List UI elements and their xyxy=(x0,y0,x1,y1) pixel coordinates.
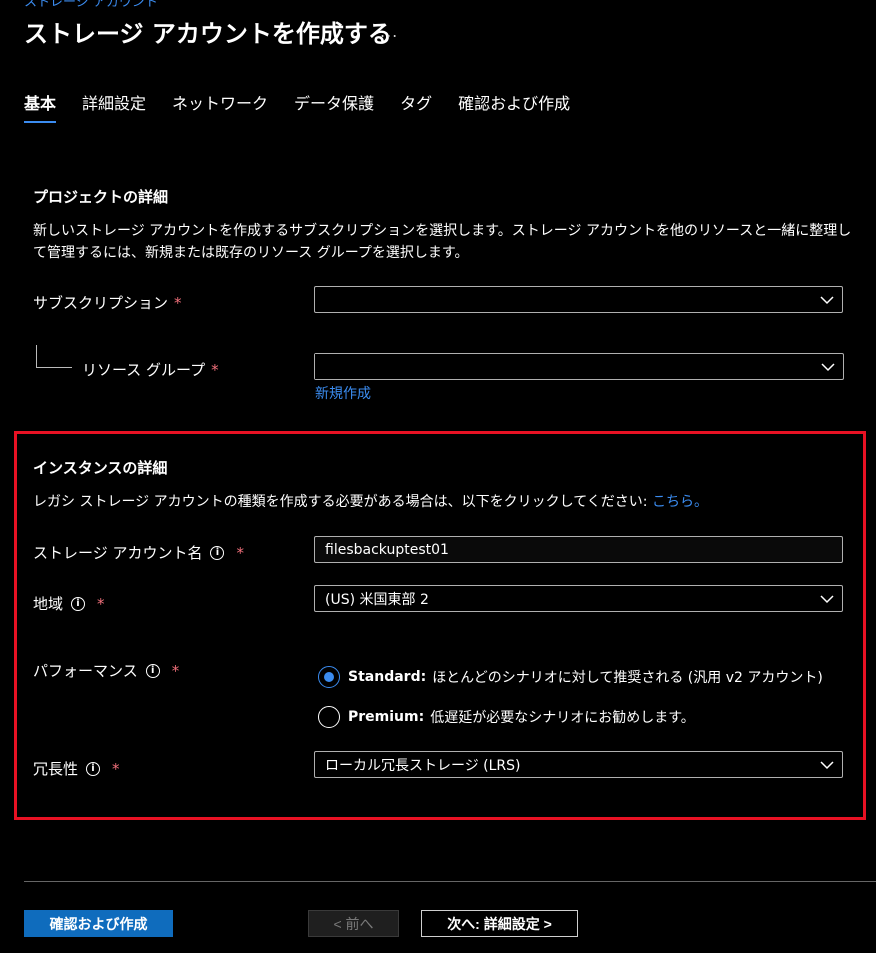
required-mark: * xyxy=(236,543,244,562)
legacy-account-link[interactable]: こちら。 xyxy=(652,494,708,510)
tab-advanced[interactable]: 詳細設定 xyxy=(82,92,146,124)
tree-connector xyxy=(36,345,72,368)
previous-button[interactable]: < 前へ xyxy=(308,910,399,937)
standard-name: Standard: xyxy=(348,669,427,685)
more-options-button[interactable]: ... xyxy=(380,22,398,41)
instance-details-description: レガシ ストレージ アカウントの種類を作成する必要がある場合は、以下をクリックし… xyxy=(33,491,708,513)
page-title: ストレージ アカウントを作成する xyxy=(24,20,392,48)
performance-premium-option[interactable]: Premium: 低遅延が必要なシナリオにお勧めします。 xyxy=(318,706,695,728)
tab-networking[interactable]: ネットワーク xyxy=(172,92,268,124)
tab-basics[interactable]: 基本 xyxy=(24,92,57,124)
project-details-description: 新しいストレージ アカウントを作成するサブスクリプションを選択します。ストレージ… xyxy=(33,223,852,261)
tab-tags[interactable]: タグ xyxy=(400,92,432,124)
subscription-dropdown[interactable] xyxy=(314,286,843,313)
project-details-heading: プロジェクトの詳細 xyxy=(33,188,169,206)
storage-account-name-value: filesbackuptest01 xyxy=(325,541,449,558)
redundancy-label-text: 冗長性 xyxy=(33,760,79,778)
required-mark: * xyxy=(97,594,105,613)
redundancy-dropdown[interactable]: ローカル冗長ストレージ (LRS) xyxy=(314,751,843,778)
storage-account-name-label: ストレージ アカウント名 i * xyxy=(33,542,244,563)
chevron-down-icon xyxy=(821,363,835,372)
redundancy-value: ローカル冗長ストレージ (LRS) xyxy=(325,757,521,774)
region-dropdown[interactable]: (US) 米国東部 2 xyxy=(314,585,843,612)
required-mark: * xyxy=(112,759,120,778)
instance-description-text: レガシ ストレージ アカウントの種類を作成する必要がある場合は、以下をクリックし… xyxy=(33,494,648,510)
next-advanced-button[interactable]: 次へ: 詳細設定 > xyxy=(421,910,578,937)
chevron-down-icon xyxy=(820,761,834,770)
required-mark: * xyxy=(211,360,219,379)
create-new-resource-group-link[interactable]: 新規作成 xyxy=(315,383,371,403)
footer-divider xyxy=(24,881,876,882)
resource-group-label: リソース グループ * xyxy=(82,359,219,380)
tab-bar: 基本 詳細設定 ネットワーク データ保護 タグ 確認および作成 xyxy=(24,92,596,128)
info-icon[interactable]: i xyxy=(86,761,101,776)
instance-details-heading: インスタンスの詳細 xyxy=(33,459,168,477)
region-label: 地域 i * xyxy=(33,593,105,614)
required-mark: * xyxy=(174,293,182,312)
storage-account-name-label-text: ストレージ アカウント名 xyxy=(33,544,203,562)
chevron-down-icon xyxy=(820,296,834,305)
premium-name: Premium: xyxy=(348,709,425,725)
region-label-text: 地域 xyxy=(33,595,64,613)
standard-desc: ほとんどのシナリオに対して推奨される (汎用 v2 アカウント) xyxy=(432,670,823,686)
performance-standard-option[interactable]: Standard: ほとんどのシナリオに対して推奨される (汎用 v2 アカウン… xyxy=(318,666,823,688)
tab-review-create[interactable]: 確認および作成 xyxy=(458,92,570,124)
tab-data-protection[interactable]: データ保護 xyxy=(294,92,374,124)
subscription-label: サブスクリプション * xyxy=(33,292,182,313)
premium-desc: 低遅延が必要なシナリオにお勧めします。 xyxy=(430,710,695,726)
review-create-button[interactable]: 確認および作成 xyxy=(24,910,173,937)
info-icon[interactable]: i xyxy=(210,545,225,560)
info-icon[interactable]: i xyxy=(145,663,160,678)
performance-label: パフォーマンス i * xyxy=(33,660,179,681)
radio-checked-icon[interactable] xyxy=(318,666,340,688)
redacted-area xyxy=(315,354,807,379)
subscription-label-text: サブスクリプション xyxy=(33,294,169,312)
chevron-down-icon xyxy=(820,595,834,604)
resource-group-dropdown[interactable] xyxy=(314,353,844,380)
info-icon[interactable]: i xyxy=(71,596,86,611)
redundancy-label: 冗長性 i * xyxy=(33,758,120,779)
performance-label-text: パフォーマンス xyxy=(33,662,138,680)
storage-account-name-input[interactable]: filesbackuptest01 xyxy=(314,536,843,563)
region-value: (US) 米国東部 2 xyxy=(325,591,429,608)
resource-group-label-text: リソース グループ xyxy=(82,361,206,379)
breadcrumb[interactable]: ストレージ アカウント xyxy=(24,0,158,10)
required-mark: * xyxy=(171,661,180,680)
radio-unchecked-icon[interactable] xyxy=(318,706,340,728)
